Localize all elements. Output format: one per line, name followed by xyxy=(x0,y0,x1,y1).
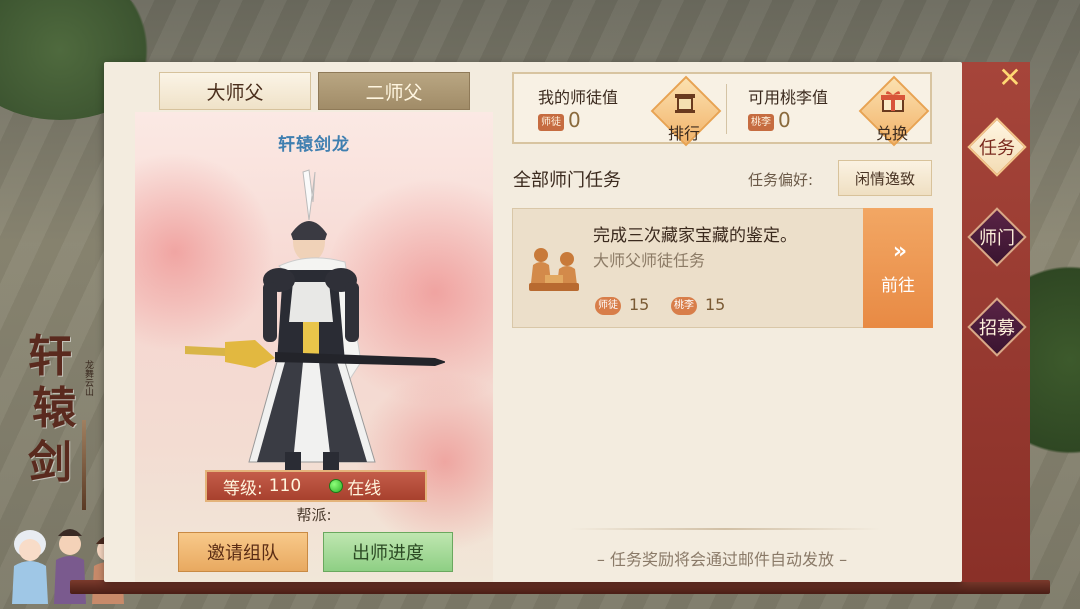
peach-value-label: 可用桃李值 xyxy=(748,88,829,107)
guild-label: 帮派: xyxy=(296,506,332,524)
lantern-icon xyxy=(675,94,695,113)
double-chevron-right-icon: » xyxy=(892,238,907,264)
task-subtitle: 大师父师徒任务 xyxy=(593,251,706,270)
gift-icon xyxy=(881,91,905,112)
ranking-button[interactable]: 排行 xyxy=(650,75,722,147)
peach-points-badge: 桃李 xyxy=(748,114,774,131)
bottom-frame-bar xyxy=(70,580,1050,594)
sidebar-item-recruit[interactable]: 招募 xyxy=(967,297,1027,357)
peach-value: 0 xyxy=(778,108,791,132)
sword-icon xyxy=(82,420,86,510)
logo-char: 剑 xyxy=(28,437,72,488)
reward-mail-note: – 任务奖励将会通过邮件自动发放 – xyxy=(596,550,848,569)
tab-second-master[interactable]: 二师父 xyxy=(318,72,470,110)
task-go-button[interactable]: » 前往 xyxy=(863,208,933,328)
ranking-button-label: 排行 xyxy=(668,124,701,143)
level-label: 等级: xyxy=(223,478,263,499)
reward-peach-value: 15 xyxy=(705,295,726,314)
character-model xyxy=(185,169,445,480)
character-name: 轩辕剑龙 xyxy=(278,135,350,155)
sidebar-item-label: 师门 xyxy=(979,228,1015,249)
sidebar-item-tasks[interactable]: 任务 xyxy=(967,117,1027,177)
mentor-value: 0 xyxy=(568,108,581,132)
task-card: 完成三次藏家宝藏的鉴定。 大师父师徒任务 师徒 15 桃李 15 » 前往 xyxy=(512,208,933,328)
sidebar-item-label: 任务 xyxy=(979,138,1015,159)
tab-first-master[interactable]: 大师父 xyxy=(159,72,311,110)
logo-subtitle: 龙舞云山 xyxy=(83,360,93,396)
close-icon[interactable]: ✕ xyxy=(996,64,1024,92)
task-preference-label: 任务偏好: xyxy=(748,171,814,189)
graduation-progress-button[interactable]: 出师进度 xyxy=(323,532,453,572)
sidebar-item-label: 招募 xyxy=(979,318,1015,339)
character-card: 轩辕剑龙 等级: 110 在线 帮派: 邀请组队 出师进度 xyxy=(135,112,493,582)
appraisal-icon xyxy=(529,248,579,291)
mentor-value-label: 我的师徒值 xyxy=(538,88,619,107)
online-status-icon xyxy=(329,479,344,493)
mentor-points-badge: 师徒 xyxy=(538,114,564,131)
all-tasks-title: 全部师门任务 xyxy=(513,170,621,191)
exchange-button-label: 兑换 xyxy=(876,124,909,143)
reward-mentor-value: 15 xyxy=(629,295,650,314)
game-logo: 轩 辕 剑 龙舞云山 xyxy=(18,320,106,510)
reward-peach-badge: 桃李 xyxy=(671,297,697,315)
exchange-button[interactable]: 兑换 xyxy=(858,75,930,147)
footer-divider xyxy=(570,528,880,530)
task-go-label: 前往 xyxy=(881,275,915,296)
reward-mentor-badge: 师徒 xyxy=(595,297,621,315)
online-status-text: 在线 xyxy=(347,478,382,499)
task-preference-button[interactable]: 闲情逸致 xyxy=(838,160,932,196)
task-title: 完成三次藏家宝藏的鉴定。 xyxy=(593,226,797,246)
sidebar-item-sect[interactable]: 师门 xyxy=(967,207,1027,267)
invite-team-button[interactable]: 邀请组队 xyxy=(178,532,308,572)
level-value: 110 xyxy=(268,476,302,496)
mentorship-stats-box: 我的师徒值 师徒 0 排行 可用桃李值 桃李 0 兑换 xyxy=(512,72,932,147)
level-status-bar: 等级: 110 在线 xyxy=(205,470,427,502)
stats-divider xyxy=(726,84,727,134)
